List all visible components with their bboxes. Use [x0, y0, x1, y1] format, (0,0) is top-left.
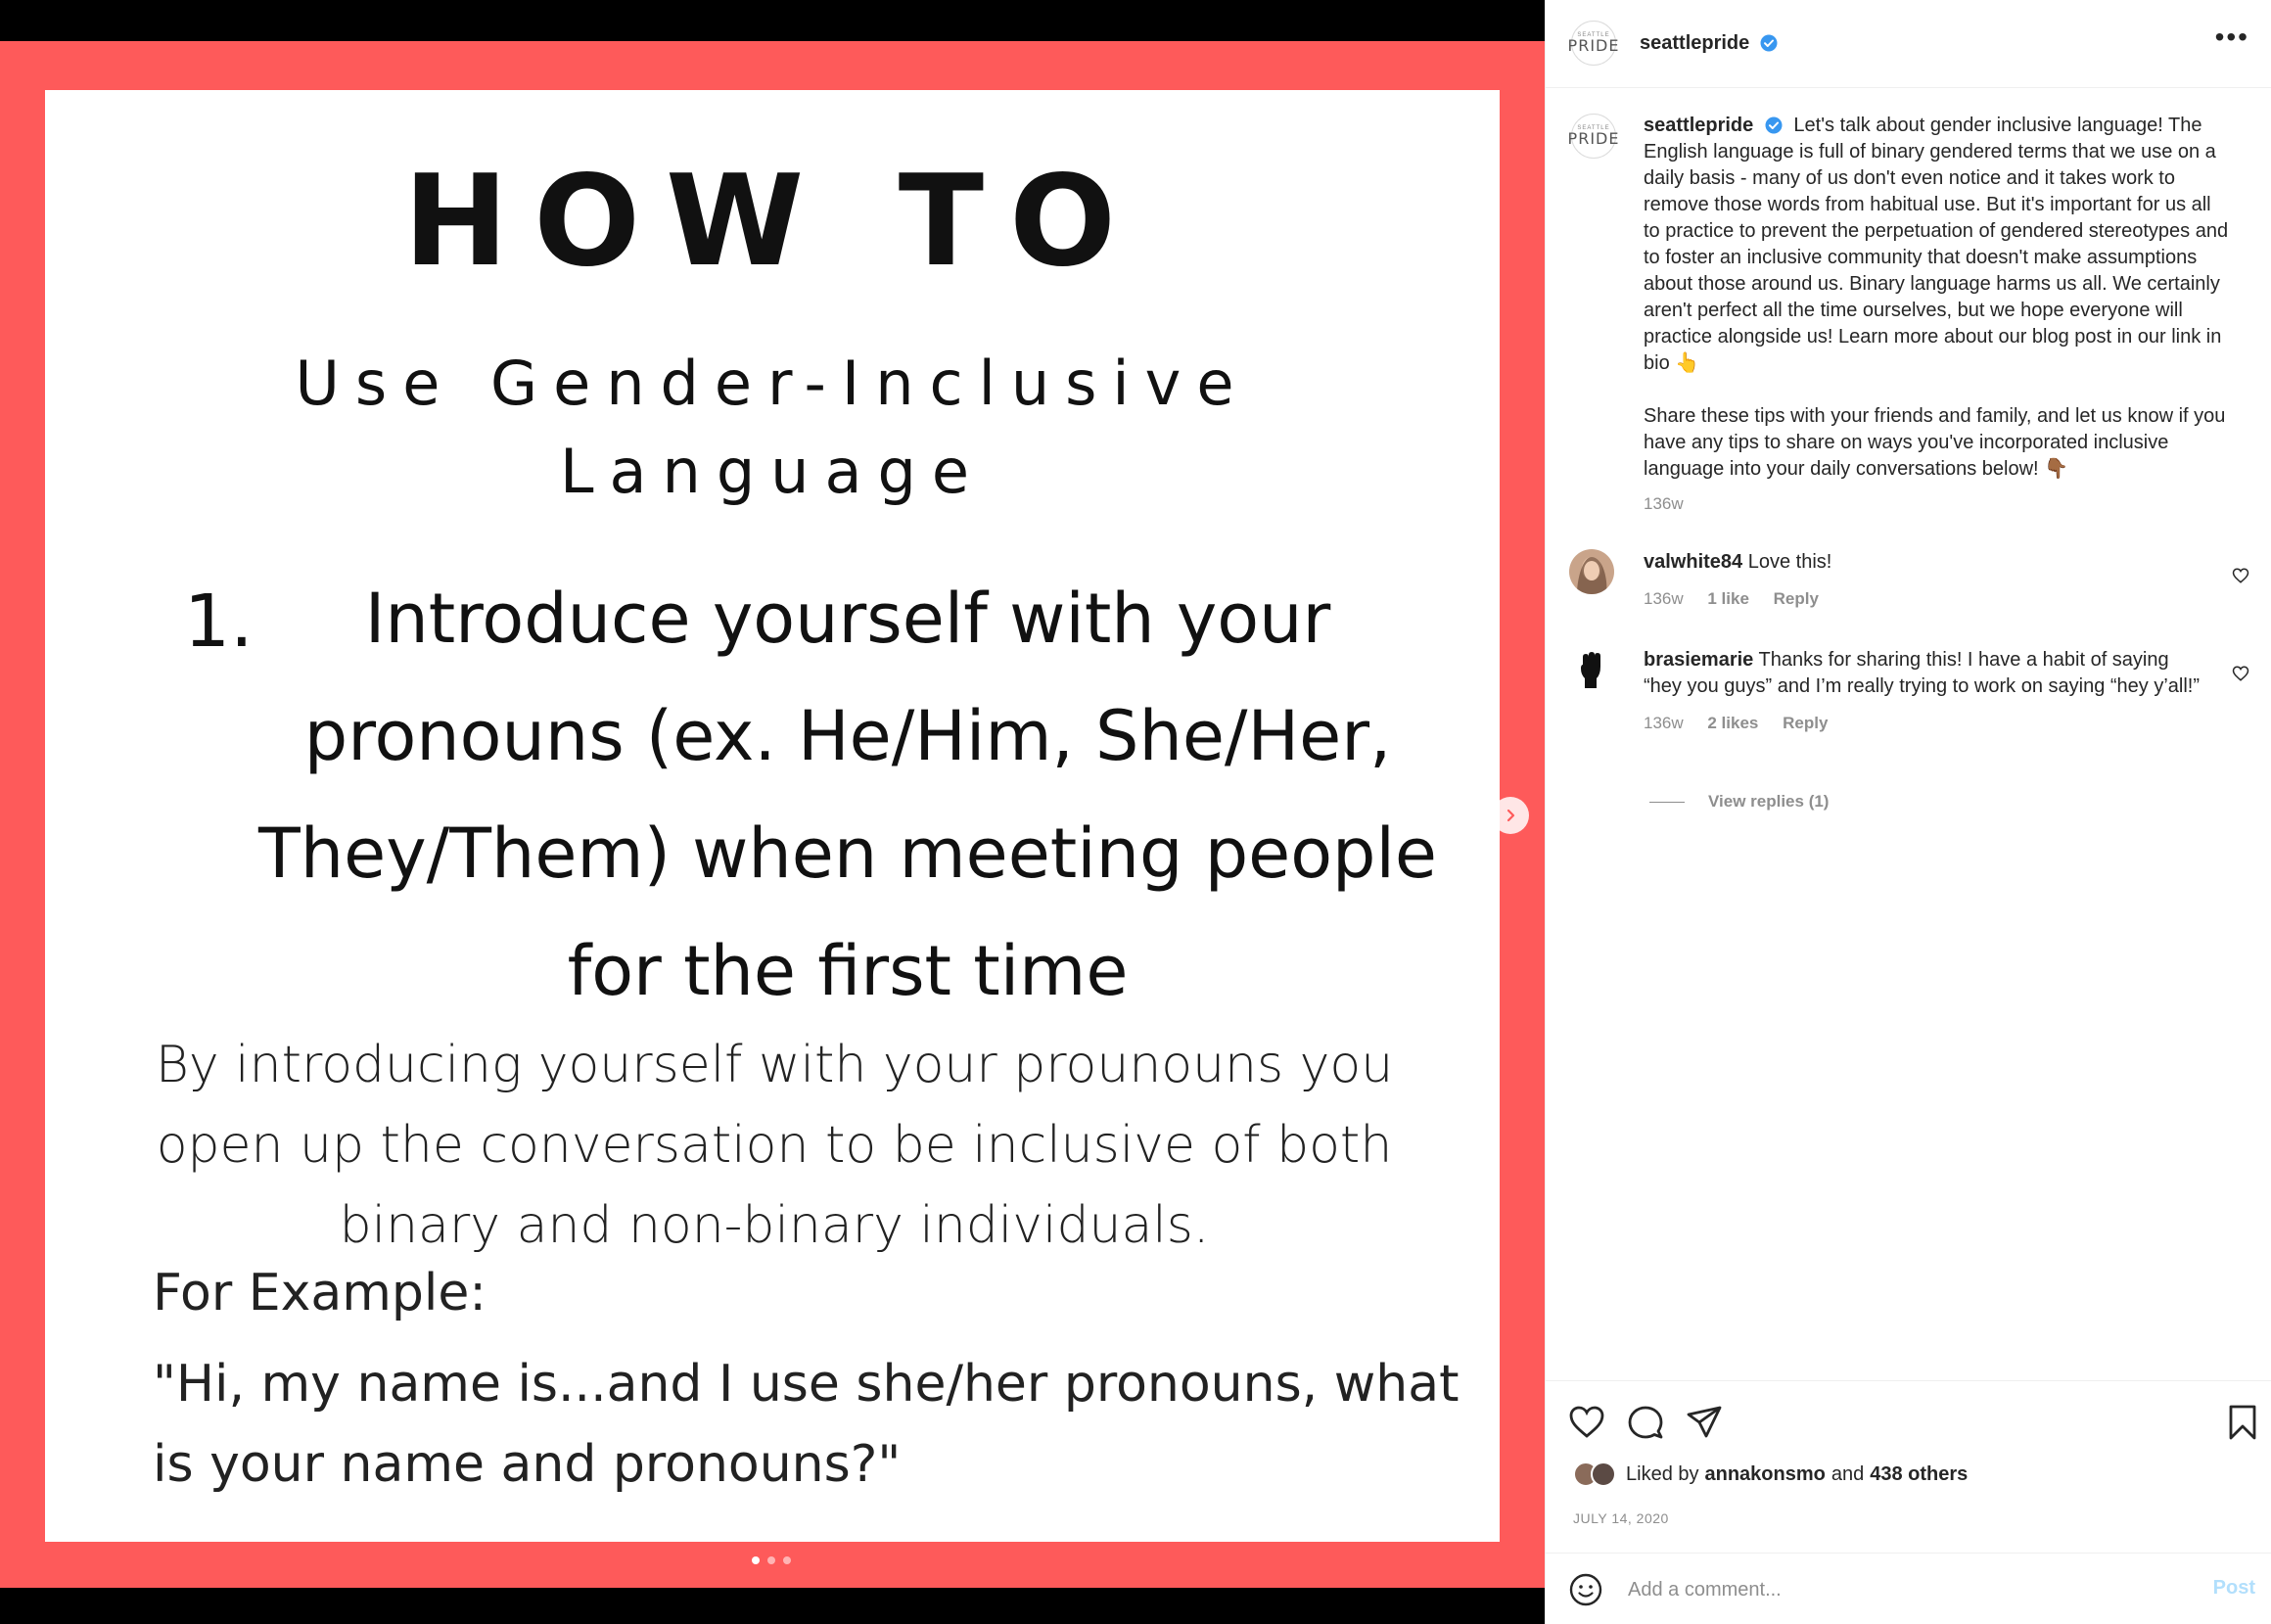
header-username[interactable]: seattlepride [1640, 32, 1749, 54]
likes-others-link[interactable]: 438 others [1870, 1463, 1968, 1486]
post-media: HOW TO Use Gender-Inclusive Language 1. … [0, 0, 1545, 1624]
comment-body: brasiemarie Thanks for sharing this! I h… [1644, 647, 2211, 736]
caption-username[interactable]: seattlepride [1644, 115, 1753, 136]
avatar-big-text: PRIDE [1567, 129, 1620, 148]
post-actions: Liked by annakonsmo and 438 others JULY … [1546, 1380, 2271, 1552]
comment-likes[interactable]: 1 like [1707, 589, 1749, 608]
comment-meta: 136w 1 like Reply [1644, 585, 2211, 612]
emoji-icon[interactable] [1569, 1573, 1602, 1606]
likes-and: and [1831, 1462, 1865, 1485]
verified-badge-icon [1765, 116, 1783, 134]
carousel-dot [752, 1556, 760, 1564]
carousel-next-button[interactable] [1492, 797, 1529, 834]
view-replies-button[interactable]: View replies (1) [1649, 792, 1829, 812]
liker-avatar [1591, 1462, 1616, 1487]
carousel-dot [767, 1556, 775, 1564]
comment-username[interactable]: valwhite84 [1644, 551, 1742, 573]
likes-summary: Liked by annakonsmo and 438 others [1573, 1462, 1968, 1487]
post-date[interactable]: JULY 14, 2020 [1573, 1510, 1669, 1526]
verified-badge-icon [1760, 34, 1778, 52]
post-side-panel: SEATTLE PRIDE seattlepride ••• SEATTLE P… [1545, 0, 2271, 1624]
raised-fist-icon [1581, 652, 1600, 688]
comment-body: valwhite84 Love this! 136w 1 like Reply [1644, 549, 2211, 612]
like-heart-icon[interactable] [1567, 1403, 1606, 1442]
post-comment-button[interactable]: Post [2213, 1577, 2255, 1600]
comment-username[interactable]: brasiemarie [1644, 649, 1753, 671]
comment-text: Love this! [1747, 551, 1832, 573]
header-user: seattlepride [1640, 32, 1778, 55]
avatar[interactable] [1569, 549, 1614, 594]
commenter-photo [1569, 549, 1614, 594]
share-send-icon[interactable] [1685, 1403, 1724, 1442]
example-quote: "Hi, my name is...and I use she/her pron… [153, 1355, 1460, 1494]
carousel-dot [783, 1556, 791, 1564]
comment-likes[interactable]: 2 likes [1707, 714, 1758, 732]
likes-prefix: Liked by [1626, 1462, 1699, 1485]
slide-card: HOW TO Use Gender-Inclusive Language 1. … [45, 90, 1500, 1542]
avatar[interactable]: SEATTLE PRIDE [1568, 21, 1618, 66]
tip-text: Introduce yourself with your pronouns (e… [258, 579, 1437, 1011]
post-caption: seattlepride Let's talk about gender inc… [1644, 113, 2231, 517]
more-options-button[interactable]: ••• [2215, 23, 2249, 51]
heart-icon[interactable] [2232, 665, 2249, 682]
comment-age: 136w [1644, 714, 1684, 732]
avatar-big-text: PRIDE [1567, 36, 1620, 55]
caption-paragraph: Share these tips with your friends and f… [1644, 405, 2226, 480]
avatar[interactable] [1569, 647, 1614, 692]
slide-subtitle: Use Gender-Inclusive Language [45, 340, 1500, 516]
comment-bubble-icon[interactable] [1626, 1403, 1665, 1442]
carousel-indicator [752, 1556, 791, 1564]
slide-heading: HOW TO [403, 149, 1141, 295]
view-replies-label: View replies (1) [1708, 792, 1830, 811]
avatar[interactable]: SEATTLE PRIDE [1568, 114, 1618, 159]
caption-paragraph: Let's talk about gender inclusive langua… [1644, 115, 2229, 374]
comment-age: 136w [1644, 589, 1684, 608]
comments-scroll-area[interactable]: SEATTLE PRIDE seattlepride Let's talk ab… [1546, 89, 2271, 1379]
reply-button[interactable]: Reply [1783, 714, 1828, 732]
divider [1649, 801, 1685, 803]
example-label: For Example: [153, 1264, 487, 1322]
slide-subtitle-text: Use Gender-Inclusive Language [295, 348, 1250, 507]
add-comment-bar: Post [1546, 1553, 2271, 1624]
comment-meta: 136w 2 likes Reply [1644, 710, 2211, 736]
tip-explanation: By introducing yourself with your prouno… [155, 1036, 1394, 1255]
liker-username[interactable]: annakonsmo [1705, 1463, 1826, 1486]
post-header: SEATTLE PRIDE seattlepride ••• [1546, 0, 2271, 88]
caption-age: 136w [1644, 494, 1684, 513]
heart-icon[interactable] [2232, 567, 2249, 584]
comment-input[interactable] [1628, 1573, 2156, 1606]
carousel-slide[interactable]: HOW TO Use Gender-Inclusive Language 1. … [0, 41, 1545, 1588]
reply-button[interactable]: Reply [1774, 589, 1819, 608]
bookmark-icon[interactable] [2223, 1403, 2262, 1442]
chevron-right-icon [1506, 809, 1515, 822]
